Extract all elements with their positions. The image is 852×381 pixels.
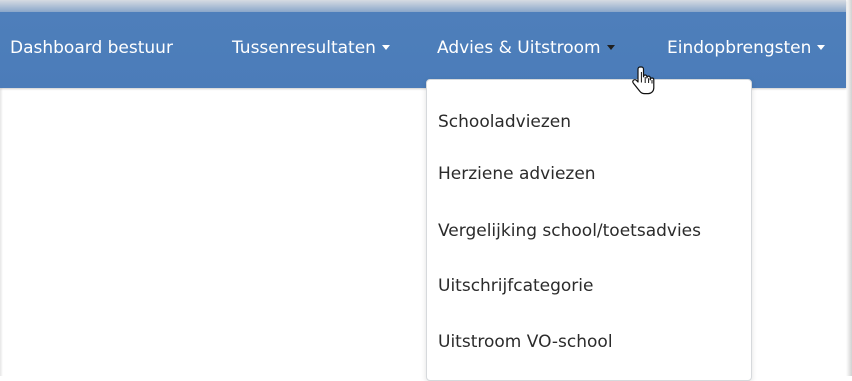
dropdown-item-label: Uitstroom VO-school: [438, 332, 613, 352]
dropdown-item-uitstroom-vo-school[interactable]: Uitstroom VO-school: [438, 325, 738, 359]
navbar-top-gradient: [0, 0, 846, 12]
dropdown-item-label: Vergelijking school/toetsadvies: [438, 221, 702, 241]
dropdown-item-herziene-adviezen[interactable]: Herziene adviezen: [438, 157, 738, 191]
caret-down-icon: [817, 44, 826, 50]
caret-down-icon: [606, 44, 615, 50]
screen-shadow-right: [846, 0, 852, 376]
caret-down-icon: [381, 44, 390, 50]
dropdown-item-uitschrijfcategorie[interactable]: Uitschrijfcategorie: [438, 269, 738, 303]
dropdown-item-label: Uitschrijfcategorie: [438, 276, 594, 296]
nav-dashboard-bestuur[interactable]: Dashboard bestuur: [10, 34, 173, 62]
nav-tussenresultaten-label: Tussenresultaten: [232, 38, 376, 58]
advies-uitstroom-dropdown-menu: Schooladviezen Herziene adviezen Vergeli…: [426, 79, 752, 381]
nav-eindopbrengsten-label: Eindopbrengsten: [667, 38, 812, 58]
nav-dashboard-bestuur-label: Dashboard bestuur: [10, 38, 173, 58]
dropdown-item-schooladviezen[interactable]: Schooladviezen: [438, 105, 738, 139]
nav-advies-uitstroom[interactable]: Advies & Uitstroom: [437, 34, 615, 62]
nav-eindopbrengsten[interactable]: Eindopbrengsten: [667, 34, 826, 62]
nav-tussenresultaten[interactable]: Tussenresultaten: [232, 34, 390, 62]
nav-advies-uitstroom-label: Advies & Uitstroom: [437, 38, 601, 58]
top-navbar: Dashboard bestuur Tussenresultaten Advie…: [0, 0, 846, 88]
dropdown-item-label: Schooladviezen: [438, 112, 572, 132]
hand-pointer-icon: [632, 66, 655, 95]
dropdown-item-label: Herziene adviezen: [438, 164, 596, 184]
dropdown-item-vergelijking-school-toetsadvies[interactable]: Vergelijking school/toetsadvies: [438, 214, 738, 248]
